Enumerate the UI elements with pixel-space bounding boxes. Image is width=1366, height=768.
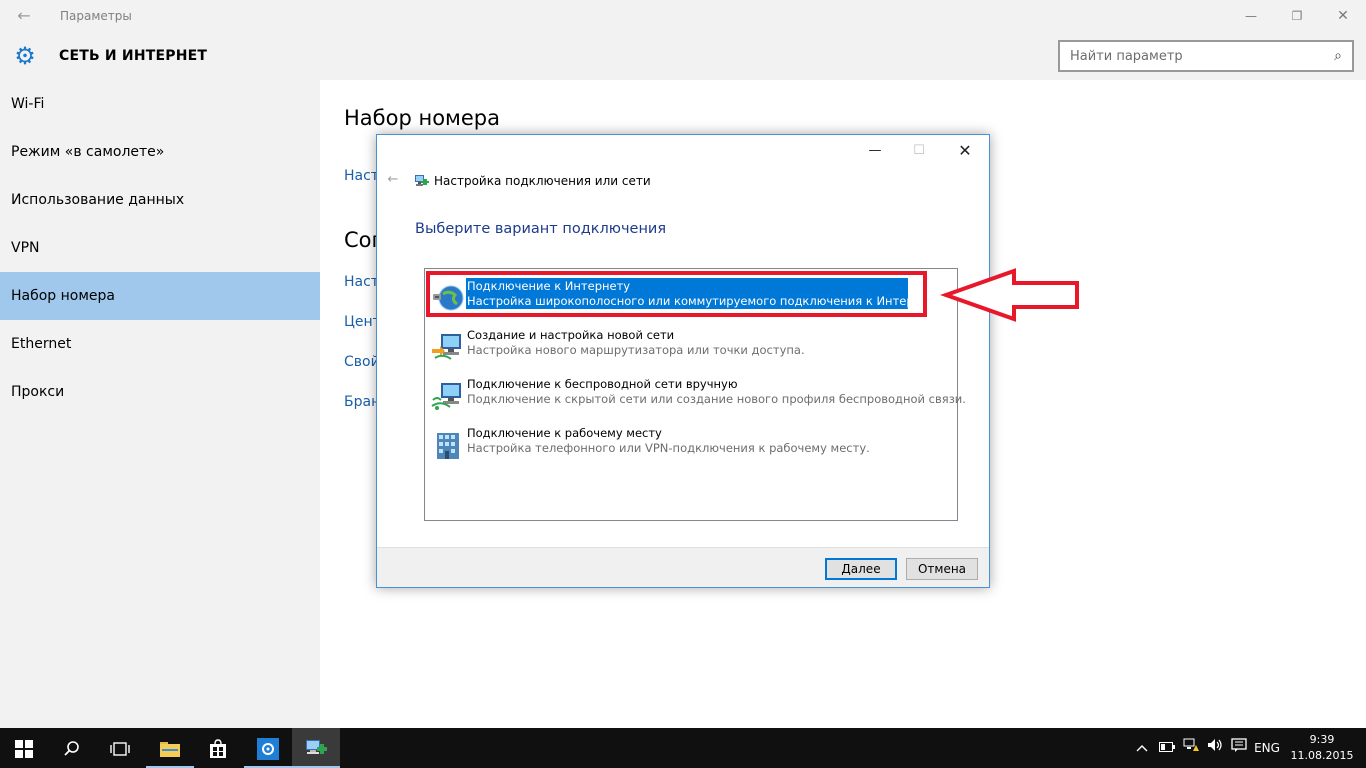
sidebar-item-wifi[interactable]: Wi-Fi	[0, 80, 320, 128]
connection-wizard-dialog: — ☐ ✕ ← Настройка подключения или сети В…	[376, 134, 990, 588]
gear-icon: ⚙	[14, 42, 36, 70]
network-wizard-icon	[306, 739, 327, 754]
sidebar-item-airplane-mode[interactable]: Режим «в самолете»	[0, 128, 320, 176]
sidebar-item-ethernet[interactable]: Ethernet	[0, 320, 320, 368]
store-icon	[210, 738, 226, 758]
search-taskbar-button[interactable]	[48, 728, 96, 768]
language-indicator[interactable]: ENG	[1252, 728, 1282, 768]
sidebar: Wi-Fi Режим «в самолете» Использование д…	[0, 80, 320, 728]
dialog-footer: Далее Отмена	[377, 547, 989, 587]
action-center-tray-icon[interactable]	[1228, 728, 1250, 768]
network-setup-icon	[432, 334, 461, 360]
restore-button[interactable]: ❐	[1274, 0, 1320, 32]
search-box[interactable]: ⌕	[1058, 40, 1354, 72]
option-title: Подключение к Интернету	[467, 279, 631, 293]
related-link-adapter[interactable]: Наст	[344, 274, 379, 290]
taskbar: ENG 9:39 11.08.2015	[0, 728, 1366, 768]
clock-date: 11.08.2015	[1290, 749, 1354, 762]
network-wizard-taskbar-button[interactable]	[292, 728, 340, 768]
task-view-button[interactable]	[96, 728, 144, 768]
volume-tray-icon[interactable]	[1204, 728, 1226, 768]
store-button[interactable]	[194, 728, 242, 768]
sidebar-item-vpn[interactable]: VPN	[0, 224, 320, 272]
wireless-network-icon	[431, 383, 461, 410]
next-button[interactable]: Далее	[825, 558, 897, 580]
clock-time: 9:39	[1309, 733, 1335, 746]
battery-icon	[1159, 742, 1175, 752]
network-wizard-icon	[415, 175, 429, 186]
start-button[interactable]	[0, 728, 48, 768]
battery-tray-icon[interactable]	[1156, 728, 1178, 768]
related-link-firewall[interactable]: Бран	[344, 394, 380, 410]
sidebar-item-dial-up[interactable]: Набор номера	[0, 272, 320, 320]
option-new-network[interactable]: Создание и настройка новой сети Настройк…	[429, 326, 953, 366]
globe-icon	[433, 285, 464, 311]
back-arrow-icon[interactable]: ←	[10, 4, 38, 28]
sidebar-item-proxy[interactable]: Прокси	[0, 368, 320, 416]
option-description: Настройка телефонного или VPN-подключени…	[467, 441, 870, 455]
windows-logo-icon	[15, 739, 33, 758]
dialog-heading: Выберите вариант подключения	[415, 221, 667, 237]
option-workplace[interactable]: Подключение к рабочему месту Настройка т…	[429, 424, 953, 464]
network-warning-icon	[1183, 738, 1199, 751]
section-title: СЕТЬ И ИНТЕРНЕТ	[59, 48, 208, 64]
dialog-minimize-button[interactable]: —	[853, 139, 897, 163]
network-tray-icon[interactable]	[1180, 728, 1202, 768]
close-button[interactable]: ✕	[1320, 0, 1366, 32]
speaker-icon	[1208, 739, 1222, 751]
workplace-icon	[437, 433, 459, 459]
file-explorer-button[interactable]	[146, 728, 194, 768]
title-bar: ← Параметры — ❐ ✕	[0, 0, 1366, 32]
search-input[interactable]	[1060, 42, 1320, 70]
option-description: Настройка нового маршрутизатора или точк…	[467, 343, 805, 357]
setup-connection-link[interactable]: Наст	[344, 168, 379, 184]
dialog-title: Настройка подключения или сети	[434, 174, 651, 188]
settings-gear-icon	[257, 737, 279, 760]
window-title: Параметры	[60, 9, 132, 23]
task-view-icon	[110, 741, 130, 756]
minimize-button[interactable]: —	[1228, 0, 1274, 32]
sidebar-item-data-usage[interactable]: Использование данных	[0, 176, 320, 224]
settings-taskbar-button[interactable]	[244, 728, 292, 768]
show-hidden-icons-button[interactable]	[1132, 728, 1152, 768]
cancel-button[interactable]: Отмена	[906, 558, 978, 580]
option-title: Создание и настройка новой сети	[467, 328, 675, 342]
option-internet-connection[interactable]: Подключение к Интернету Настройка широко…	[429, 277, 953, 317]
option-title: Подключение к рабочему месту	[467, 426, 662, 440]
connection-options-list: Подключение к Интернету Настройка широко…	[424, 268, 966, 521]
page-title: Набор номера	[344, 106, 501, 130]
option-title: Подключение к беспроводной сети вручную	[467, 377, 738, 391]
search-icon[interactable]: ⌕	[1328, 46, 1348, 66]
dialog-maximize-button: ☐	[913, 143, 925, 158]
dialog-close-button[interactable]: ✕	[943, 139, 987, 163]
folder-icon	[160, 741, 180, 757]
settings-header: ⚙ СЕТЬ И ИНТЕРНЕТ ⌕	[0, 32, 1366, 80]
related-link-properties[interactable]: Свой	[344, 354, 380, 370]
dialog-back-icon[interactable]: ←	[383, 171, 403, 189]
search-icon	[64, 740, 79, 756]
clock[interactable]: 9:39 11.08.2015	[1290, 732, 1354, 764]
message-icon	[1231, 738, 1247, 752]
option-description: Настройка широкополосного или коммутируе…	[467, 294, 946, 308]
option-description: Подключение к скрытой сети или создание …	[467, 392, 966, 406]
chevron-up-icon	[1136, 745, 1148, 752]
option-wireless-manual[interactable]: Подключение к беспроводной сети вручную …	[429, 375, 966, 415]
